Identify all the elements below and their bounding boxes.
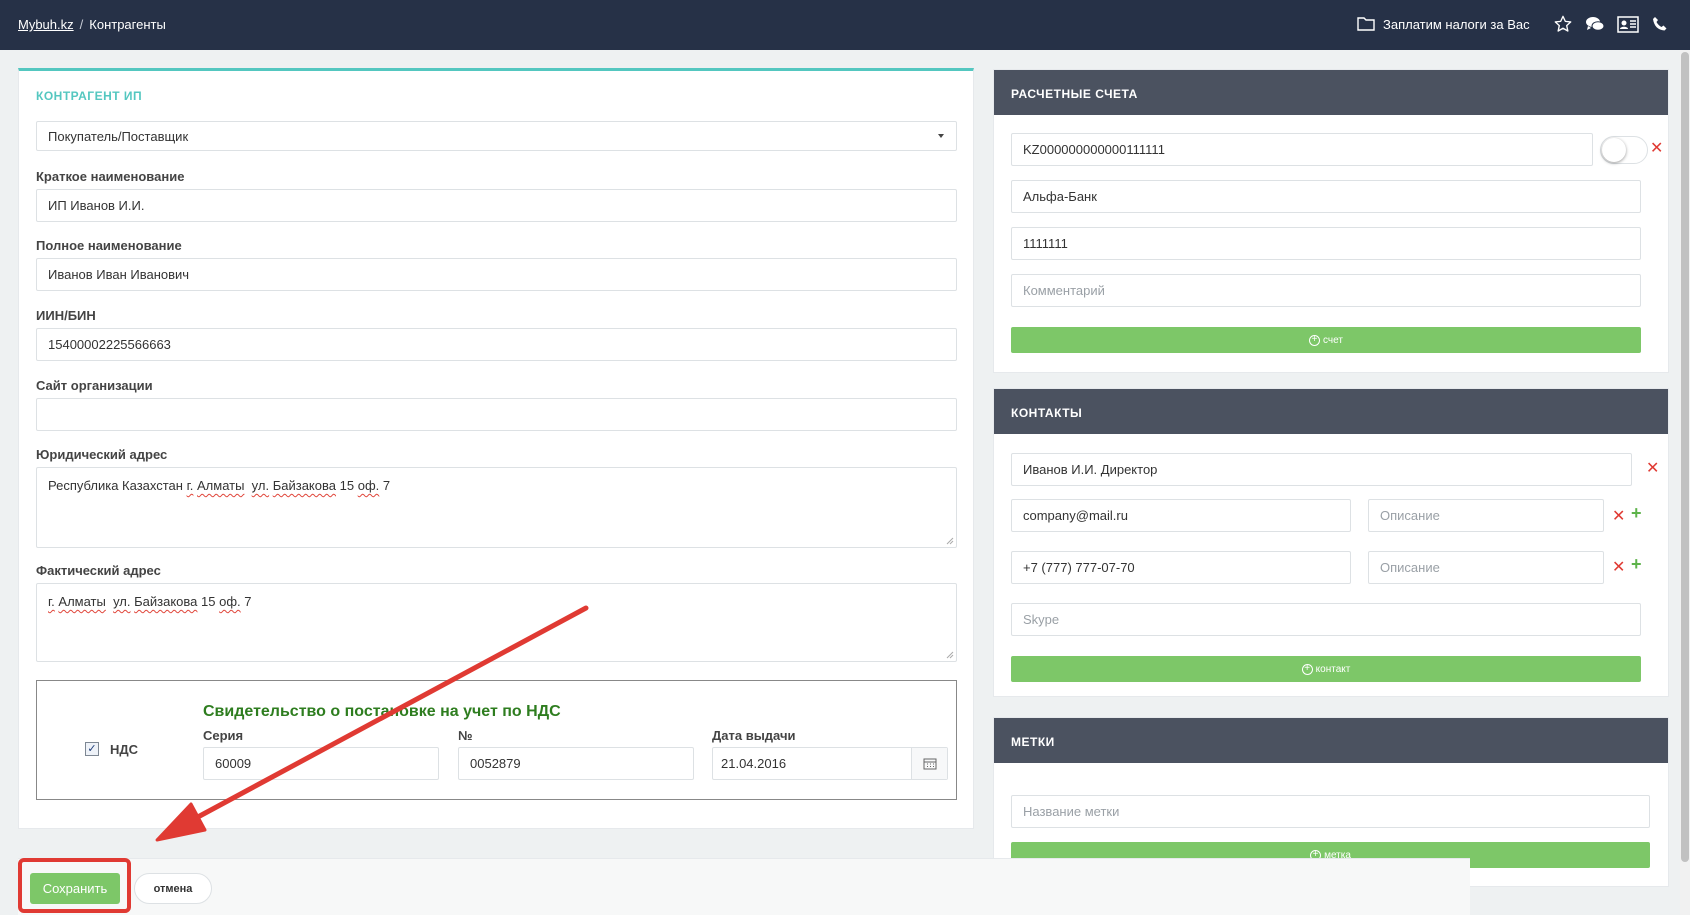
star-icon[interactable] <box>1552 13 1574 35</box>
resize-handle-icon[interactable] <box>945 536 954 545</box>
remove-email-icon[interactable]: ✕ <box>1612 506 1625 526</box>
resize-handle-icon[interactable] <box>945 650 954 659</box>
vat-number-label: № <box>458 728 473 743</box>
section-title: КОНТРАГЕНТ ИП <box>36 89 143 103</box>
vat-date-label: Дата выдачи <box>712 728 796 743</box>
remove-account-icon[interactable]: ✕ <box>1650 138 1663 158</box>
legal-address-label: Юридический адрес <box>36 447 168 462</box>
bank-accounts-panel: РАСЧЕТНЫЕ СЧЕТА KZ000000000000111111 ✕ А… <box>993 69 1669 373</box>
bik-input[interactable]: 1111111 <box>1011 227 1641 260</box>
save-highlight-box <box>18 858 131 913</box>
vat-checkbox[interactable]: ✓ <box>85 742 99 756</box>
counterparty-type-value: Покупатель/Поставщик <box>48 128 189 144</box>
vat-series-value: 60009 <box>215 756 252 771</box>
phone-icon[interactable] <box>1649 13 1671 35</box>
phone-input[interactable]: +7 (777) 777-07-70 <box>1011 551 1351 584</box>
email-description-placeholder: Описание <box>1380 508 1440 523</box>
remove-phone-icon[interactable]: ✕ <box>1612 557 1625 577</box>
folder-icon <box>1357 15 1375 34</box>
tag-name-placeholder: Название метки <box>1023 804 1120 819</box>
tag-name-input[interactable]: Название метки <box>1011 795 1650 828</box>
email-input[interactable]: company@mail.ru <box>1011 499 1351 532</box>
legal-address-textarea[interactable]: Республика Казахстан г. Алматы ул. Байза… <box>36 467 957 548</box>
iin-label: ИИН/БИН <box>36 308 96 323</box>
plus-circle-icon: + <box>1301 663 1313 675</box>
calendar-icon[interactable] <box>911 748 947 779</box>
breadcrumb-separator: / <box>79 17 84 32</box>
iin-value: 15400002225566663 <box>48 337 171 352</box>
breadcrumb-current: Контрагенты <box>89 17 166 32</box>
contact-person-value: Иванов И.И. Директор <box>1023 462 1158 477</box>
short-name-input[interactable]: ИП Иванов И.И. <box>36 189 957 222</box>
vat-date-value: 21.04.2016 <box>721 756 787 771</box>
pay-taxes-link[interactable]: Заплатим налоги за Вас <box>1357 15 1530 34</box>
contacts-title: КОНТАКТЫ <box>994 389 1668 434</box>
email-description-input[interactable]: Описание <box>1368 499 1604 532</box>
bank-name-value: Альфа-Банк <box>1023 189 1097 204</box>
bottom-action-bar <box>18 858 1470 915</box>
counterparty-type-select[interactable]: Покупатель/Поставщик <box>36 121 957 151</box>
contacts-panel: КОНТАКТЫ Иванов И.И. Директор ✕ company@… <box>993 388 1669 697</box>
vat-series-input[interactable]: 60009 <box>203 747 439 780</box>
vat-series-label: Серия <box>203 728 244 743</box>
tags-title: МЕТКИ <box>994 718 1668 763</box>
add-account-label: счет <box>1323 334 1343 346</box>
phone-description-placeholder: Описание <box>1380 560 1440 575</box>
counterparty-form-panel: КОНТРАГЕНТ ИП Покупатель/Поставщик Кратк… <box>18 68 974 829</box>
skype-input[interactable]: Skype <box>1011 603 1641 636</box>
scrollbar-thumb[interactable] <box>1681 52 1689 862</box>
remove-contact-icon[interactable]: ✕ <box>1646 458 1659 478</box>
add-contact-button[interactable]: + контакт <box>1011 656 1641 682</box>
short-name-value: ИП Иванов И.И. <box>48 198 145 213</box>
short-name-label: Краткое наименование <box>36 169 185 184</box>
actual-address-label: Фактический адрес <box>36 563 161 578</box>
add-contact-label: контакт <box>1315 663 1351 675</box>
cancel-button[interactable]: отмена <box>134 873 212 904</box>
breadcrumb: Mybuh.kz / Контрагенты <box>18 17 166 32</box>
chat-icon[interactable] <box>1584 13 1606 35</box>
chevron-down-icon <box>938 134 944 138</box>
account-comment-placeholder: Комментарий <box>1023 283 1105 298</box>
primary-account-toggle[interactable] <box>1600 136 1648 164</box>
bik-value: 1111111 <box>1023 236 1068 251</box>
skype-placeholder: Skype <box>1023 612 1060 627</box>
vat-checkbox-label: НДС <box>110 742 139 757</box>
vat-date-input[interactable]: 21.04.2016 <box>712 747 948 780</box>
vat-number-input[interactable]: 0052879 <box>458 747 694 780</box>
vat-section: ✓ НДС Свидетельство о постановке на учет… <box>36 680 957 800</box>
contact-person-input[interactable]: Иванов И.И. Директор <box>1011 453 1632 486</box>
pay-taxes-label: Заплатим налоги за Вас <box>1383 17 1530 32</box>
iin-input[interactable]: 15400002225566663 <box>36 328 957 361</box>
iban-input[interactable]: KZ000000000000111111 <box>1011 133 1593 166</box>
full-name-label: Полное наименование <box>36 238 182 253</box>
phone-value: +7 (777) 777-07-70 <box>1023 560 1135 575</box>
actual-address-value: г. Алматы ул. Байзакова 15 оф. 7 <box>48 594 252 609</box>
vat-number-value: 0052879 <box>470 756 521 771</box>
add-phone-icon[interactable]: + <box>1631 554 1642 575</box>
full-name-input[interactable]: Иванов Иван Иванович <box>36 258 957 291</box>
add-email-icon[interactable]: + <box>1631 503 1642 524</box>
contact-card-icon[interactable] <box>1617 13 1639 35</box>
legal-address-value: Республика Казахстан г. Алматы ул. Байза… <box>48 478 391 493</box>
plus-circle-icon: + <box>1309 334 1321 346</box>
bank-accounts-title: РАСЧЕТНЫЕ СЧЕТА <box>994 70 1668 115</box>
vat-certificate-title: Свидетельство о постановке на учет по НД… <box>203 703 561 720</box>
phone-description-input[interactable]: Описание <box>1368 551 1604 584</box>
email-value: company@mail.ru <box>1023 508 1128 523</box>
iban-value: KZ000000000000111111 <box>1023 142 1165 157</box>
bank-name-input[interactable]: Альфа-Банк <box>1011 180 1641 213</box>
top-navigation-bar: Mybuh.kz / Контрагенты Заплатим налоги з… <box>0 0 1690 50</box>
account-comment-input[interactable]: Комментарий <box>1011 274 1641 307</box>
actual-address-textarea[interactable]: г. Алматы ул. Байзакова 15 оф. 7 <box>36 583 957 662</box>
site-label: Сайт организации <box>36 378 153 393</box>
add-account-button[interactable]: + счет <box>1011 327 1641 353</box>
site-input[interactable] <box>36 398 957 431</box>
breadcrumb-home-link[interactable]: Mybuh.kz <box>18 17 74 32</box>
full-name-value: Иванов Иван Иванович <box>48 267 190 282</box>
